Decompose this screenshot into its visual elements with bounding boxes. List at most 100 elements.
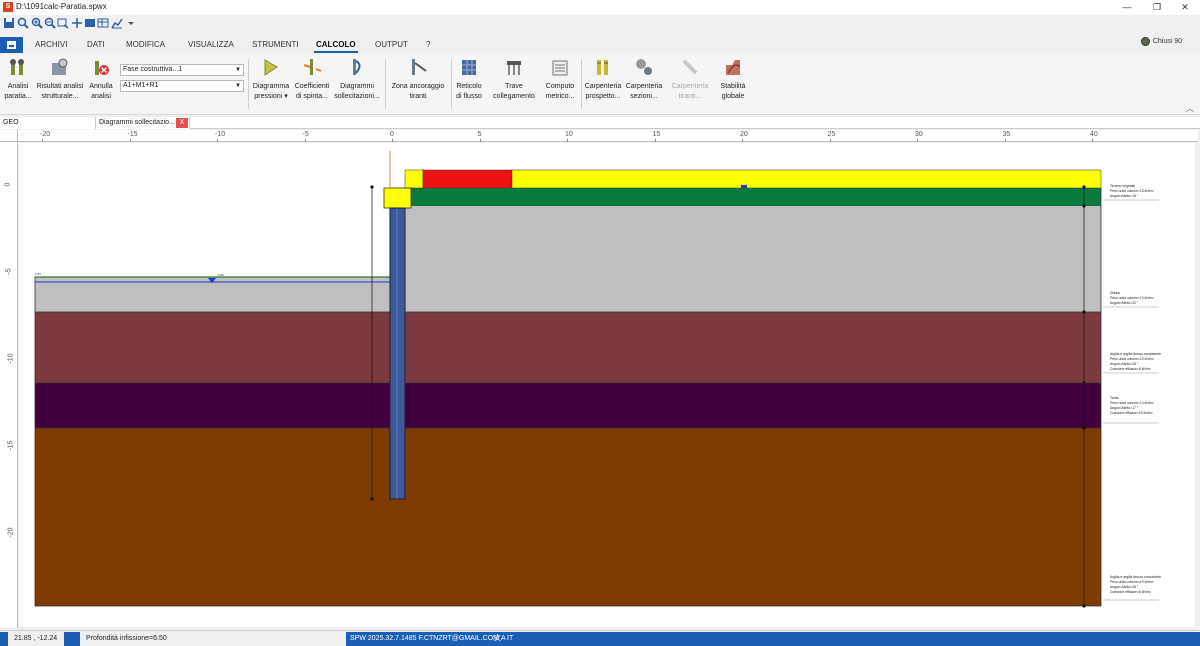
tab-strumenti[interactable]: STRUMENTI: [252, 40, 299, 49]
reticolo-flusso-button[interactable]: Reticolo di flusso: [453, 57, 485, 103]
user-account[interactable]: Chiusi 90: [1140, 37, 1182, 46]
risultati-analisi-button[interactable]: Risultati analisi strutturale...: [34, 57, 86, 103]
global-stability-icon: [726, 60, 741, 75]
close-tab-button[interactable]: X: [176, 118, 188, 128]
zona-ancoraggio-button[interactable]: Zona ancoraggio tiranti: [388, 57, 448, 103]
vertical-ruler: 0 -5 -10 -15 -20: [0, 142, 18, 628]
svg-text:Coesione efficace=8 kN/m²: Coesione efficace=8 kN/m²: [1110, 367, 1152, 371]
combinazione-select[interactable]: A1+M1+R1 ▼: [120, 80, 244, 92]
pressure-diagram-icon: [264, 59, 278, 76]
svg-text:-5.80: -5.80: [217, 273, 224, 277]
table-icon[interactable]: [97, 17, 109, 29]
maximize-button[interactable]: ❐: [1142, 0, 1172, 15]
zoom-icon[interactable]: [17, 17, 29, 29]
collapse-ribbon-icon[interactable]: ︿: [1186, 103, 1194, 114]
ruler-x-label: 40: [1090, 131, 1098, 138]
carpenteria-sezioni-button[interactable]: Carpenteria sezioni...: [624, 57, 664, 103]
zoom-out-icon[interactable]: [44, 17, 56, 29]
ruler-x-label: 0: [390, 131, 394, 138]
svg-text:Peso unità volume=18 kN/m³: Peso unità volume=18 kN/m³: [1110, 189, 1154, 193]
window-title: D:\1091calc-Paratia.spwx: [16, 2, 107, 11]
diagrammi-sollecitazioni-button[interactable]: Diagrammi sollecitazioni...: [333, 57, 381, 103]
ruler-x-tick: [1092, 139, 1093, 142]
results-icon: [52, 58, 68, 75]
ruler-x-tick: [1004, 139, 1006, 142]
anchor-zone-icon: [412, 59, 427, 75]
carpenteria-tiranti-button: Carpenteria tiranti...: [668, 57, 712, 103]
user-avatar-icon: [1140, 37, 1150, 46]
customize-icon[interactable]: [125, 17, 137, 29]
ruler-corner: [0, 130, 18, 142]
horizontal-ruler: -20 -15 -10 -5 0 5 10 15 20 25 30 35 40: [18, 130, 1198, 142]
ruler-x-label: 5: [477, 131, 482, 138]
regen-icon[interactable]: [84, 17, 96, 29]
status-bar: 21.85 , -12.24 Profondità infissione=6.5…: [0, 630, 1200, 646]
stabilita-globale-button[interactable]: Stabilità globale: [716, 57, 750, 103]
layer-2-name: Ghiaia: [1110, 291, 1120, 295]
svg-text:Coesione efficace=15 kN/m²: Coesione efficace=15 kN/m²: [1110, 411, 1153, 415]
anchor-formwork-icon: [682, 59, 698, 75]
tab-help[interactable]: ?: [426, 40, 430, 49]
coefficienti-spinta-button[interactable]: Coefficienti di spinta...: [292, 57, 332, 103]
status-message: Profondità infissione=6.50: [86, 635, 167, 642]
ruler-y-label: -5: [5, 268, 13, 275]
app-icon: S: [3, 2, 13, 12]
trave-collegamento-button[interactable]: Trave collegamento: [490, 57, 538, 103]
close-button[interactable]: ✕: [1170, 0, 1200, 15]
svg-text:Peso unità volume=19 kN/m³: Peso unità volume=19 kN/m³: [1110, 296, 1154, 300]
diagramma-pressioni-button[interactable]: Diagramma pressioni ▾: [251, 57, 291, 103]
tab-output[interactable]: OUTPUT: [375, 40, 408, 49]
language-indicator[interactable]: IT: [507, 633, 513, 645]
tab-archivi[interactable]: ARCHIVI: [35, 40, 67, 49]
tab-geo[interactable]: GEO: [0, 117, 96, 129]
sheet-pile-wall: [389, 207, 406, 500]
layer-argilla-1: [35, 312, 1101, 383]
ribbon-separator: [248, 59, 249, 109]
save-icon[interactable]: [3, 17, 15, 29]
cancel-analysis-icon: [95, 61, 109, 75]
section-drawing: -5.80 -5.80 Terreno vegetale Peso unità …: [34, 151, 1161, 608]
tab-visualizza[interactable]: VISUALIZZA: [188, 40, 234, 49]
tab-modifica[interactable]: MODIFICA: [126, 40, 165, 49]
bill-of-quantities-icon: [552, 60, 568, 76]
fase-costruttiva-select[interactable]: Fase costruttiva...1 ▼: [120, 64, 244, 76]
ruler-x-tick: [917, 139, 918, 142]
analisi-paratia-button[interactable]: Analisi paratia...: [2, 57, 34, 103]
document-tabs: GEO Diagrammi sollecitazio... X: [0, 117, 1200, 129]
ruler-x-tick: [479, 139, 481, 142]
pan-icon[interactable]: [71, 17, 83, 29]
user-name: Chiusi 90: [1152, 38, 1182, 45]
flow-net-icon: [462, 60, 476, 75]
stress-diagram-icon: [353, 59, 361, 75]
ruler-x-label: 30: [915, 131, 923, 138]
ruler-x-tick: [42, 139, 43, 142]
carpenteria-prospetto-button[interactable]: Carpenteria prospetto...: [583, 57, 623, 103]
formwork-section-icon: [636, 59, 652, 75]
ruler-y-label: 0: [4, 182, 12, 187]
computo-metrico-button[interactable]: Computo metrico...: [542, 57, 578, 103]
zoom-in-icon[interactable]: [31, 17, 43, 29]
minimize-button[interactable]: —: [1112, 0, 1142, 15]
ruler-x-tick: [567, 139, 568, 142]
tab-calcolo[interactable]: CALCOLO: [314, 40, 358, 53]
zoom-window-icon[interactable]: [57, 17, 69, 29]
ruler-x-label: -5: [302, 131, 309, 138]
translate-icon[interactable]: 文A: [494, 633, 506, 645]
svg-text:Peso unità volume=14 kN/m³: Peso unità volume=14 kN/m³: [1110, 401, 1154, 405]
drawing-canvas[interactable]: -5.80 -5.80 Terreno vegetale Peso unità …: [19, 143, 1195, 627]
svg-text:Angolo Attrito=28 °: Angolo Attrito=28 °: [1110, 362, 1139, 366]
quick-access-toolbar: [0, 16, 300, 32]
tab-dati[interactable]: DATI: [87, 40, 105, 49]
ruler-y-label: -15: [7, 440, 15, 451]
layer-vegetale: [404, 188, 1101, 206]
svg-text:Angolo Attrito=28 °: Angolo Attrito=28 °: [1110, 585, 1139, 589]
analysis-icon: [10, 59, 24, 75]
ruler-x-label: 20: [740, 131, 748, 138]
file-menu-button[interactable]: [0, 37, 23, 53]
formwork-elevation-icon: [597, 60, 608, 75]
annulla-analisi-button[interactable]: Annulla analisi: [86, 57, 116, 103]
ruler-x-label: -10: [215, 131, 226, 138]
chevron-down-icon: ▼: [235, 67, 241, 73]
svg-text:Angolo Attrito=32 °: Angolo Attrito=32 °: [1110, 301, 1139, 305]
chart-icon[interactable]: [111, 17, 123, 29]
